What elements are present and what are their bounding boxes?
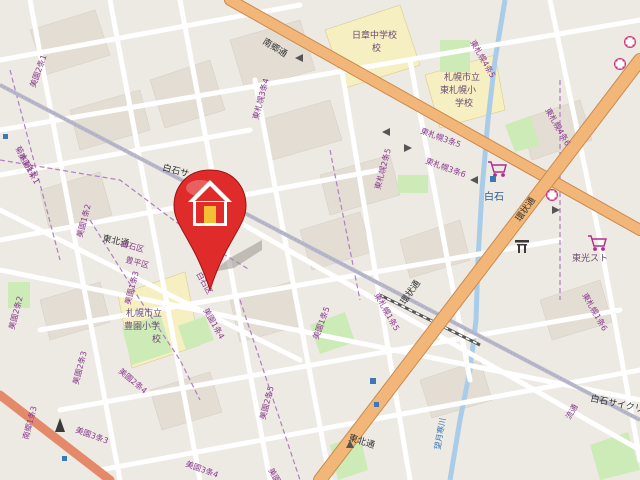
pharmacy-icon[interactable] bbox=[624, 36, 636, 48]
label-misono-2-5: 美園2条5 bbox=[257, 385, 276, 421]
label-school-nissho: 日章中学校 bbox=[352, 29, 397, 41]
label-misono-3-4: 美園3条4 bbox=[184, 458, 220, 479]
label-school-higashi-3: 学校 bbox=[455, 97, 473, 109]
pharmacy-icon[interactable] bbox=[546, 189, 558, 201]
label-misono-3-3: 美園3条3 bbox=[74, 424, 110, 445]
bus-stop-icon[interactable] bbox=[374, 402, 379, 407]
label-school-nissho-2: 校 bbox=[372, 42, 381, 54]
label-river: 望月寒川 bbox=[432, 417, 447, 450]
label-ward-shiroishi: 白石区 bbox=[119, 238, 145, 254]
label-station: 白石 bbox=[484, 190, 504, 203]
monument-icon[interactable] bbox=[55, 418, 65, 432]
bus-stop-icon[interactable] bbox=[490, 176, 496, 182]
shopping-cart-icon[interactable] bbox=[588, 235, 607, 251]
bus-stop-icon[interactable] bbox=[3, 134, 8, 139]
map-view[interactable]: 日章中学校 校 札幌市立 東札幌小 学校 札幌市立 豊園小学 校 白石 東光スト… bbox=[0, 0, 640, 480]
label-school-toyohira-1: 札幌市立 bbox=[126, 307, 162, 319]
shopping-cart-icon[interactable] bbox=[488, 161, 507, 177]
label-school-higashi-2: 東札幌小 bbox=[440, 84, 476, 96]
label-misono-2-4: 美園2条4 bbox=[117, 366, 150, 396]
bus-stop-icon[interactable] bbox=[62, 456, 67, 461]
label-shop: 東光スト bbox=[572, 252, 608, 264]
pharmacy-icon[interactable] bbox=[614, 58, 626, 70]
bus-stop-icon[interactable] bbox=[370, 378, 376, 384]
label-school-toyohira-2: 豊園小学 bbox=[124, 320, 160, 332]
label-school-toyohira-3: 校 bbox=[152, 333, 161, 345]
label-school-higashi-1: 札幌市立 bbox=[444, 71, 480, 83]
map-canvas: 日章中学校 校 札幌市立 東札幌小 学校 札幌市立 豊園小学 校 白石 東光スト… bbox=[0, 0, 640, 480]
label-misono-2-3: 美園2条3 bbox=[70, 350, 89, 386]
label-ward-toyohira: 豊平区 bbox=[124, 254, 150, 270]
